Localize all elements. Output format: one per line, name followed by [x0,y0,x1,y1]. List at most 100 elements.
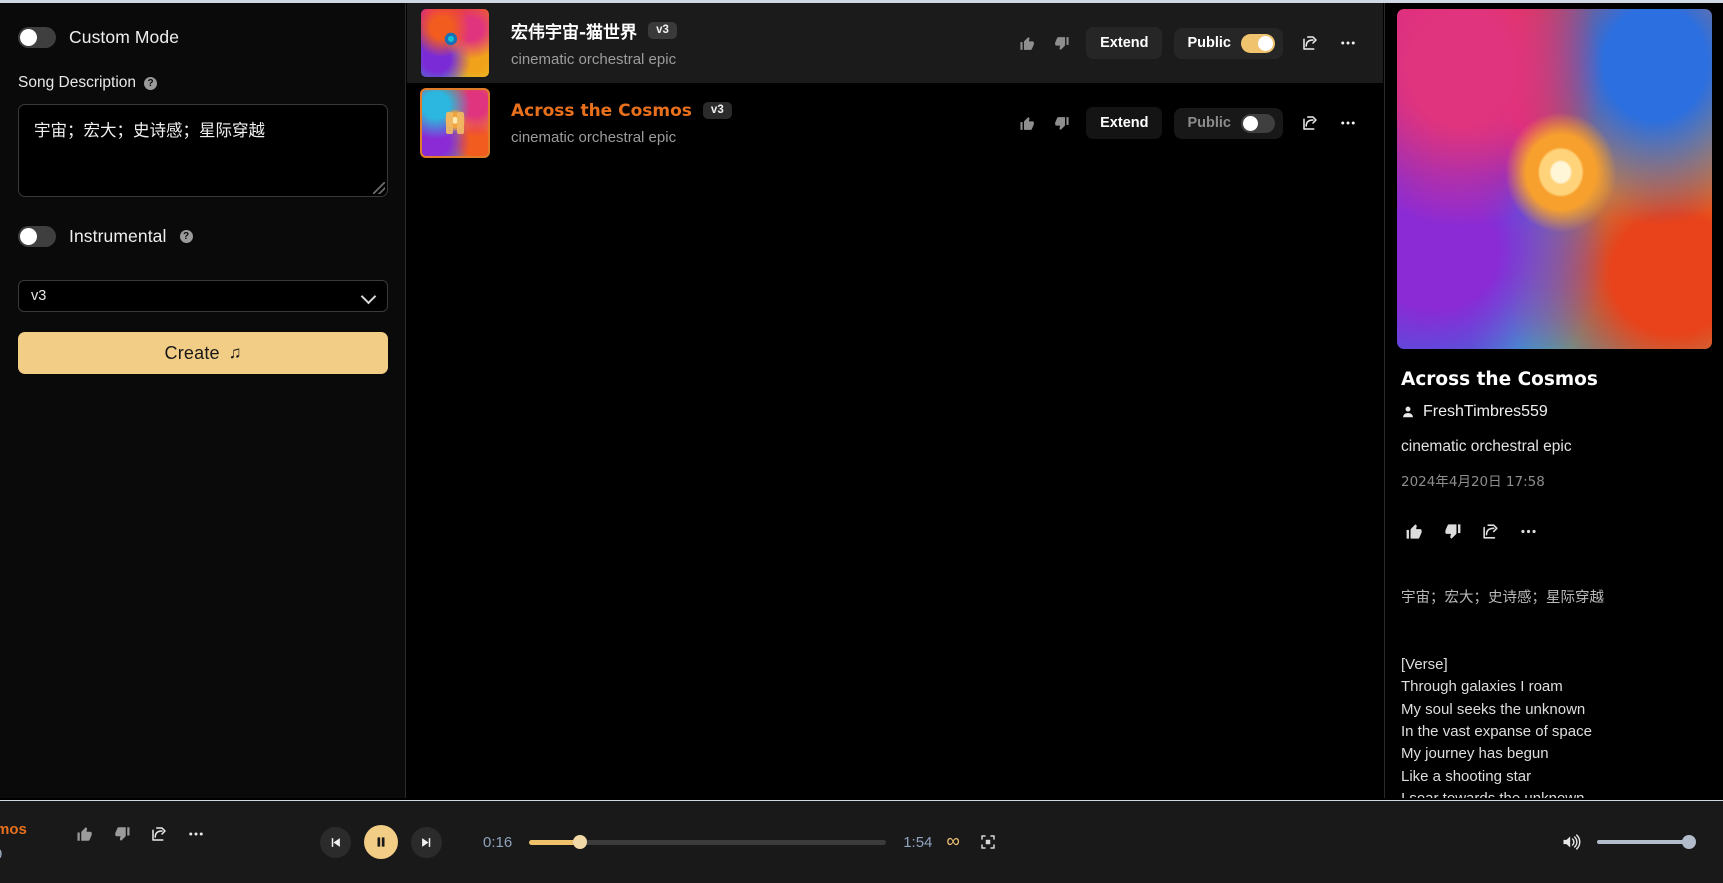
public-label: Public [1187,115,1231,131]
version-badge: v3 [703,102,732,120]
share-icon[interactable] [1293,26,1327,60]
toggle-knob [1243,116,1258,131]
song-info: 宏伟宇宙-猫世界 v3 cinematic orchestral epic [511,18,1010,68]
custom-mode-label: Custom Mode [69,27,179,48]
crossfade-icon[interactable] [979,833,997,851]
player-volume [1413,832,1723,852]
music-note-icon: ♫ [229,343,242,363]
thumbs-down-icon[interactable] [1443,522,1462,541]
version-badge: v3 [648,22,677,40]
extend-button[interactable]: Extend [1086,107,1162,139]
create-button[interactable]: Create ♫ [18,332,388,374]
public-label: Public [1187,35,1231,51]
model-version-value: v3 [31,288,46,304]
instrumental-toggle[interactable] [18,226,56,247]
song-description-value: 宇宙；宏大；史诗感；星际穿越 [34,119,375,144]
detail-style: cinematic orchestral epic [1401,438,1705,456]
pause-icon[interactable] [444,111,466,135]
row-tail-actions [1293,106,1365,140]
share-icon[interactable] [1293,106,1327,140]
detail-username: FreshTimbres559 [1423,403,1548,421]
volume-handle[interactable] [1682,835,1696,849]
total-time: 1:54 [903,834,932,851]
custom-mode-toggle[interactable] [18,27,56,48]
more-options-icon[interactable] [1519,522,1538,541]
more-options-icon[interactable] [1331,26,1365,60]
next-track-button[interactable] [411,827,442,858]
detail-user-row[interactable]: FreshTimbres559 [1401,403,1705,421]
song-description-input[interactable]: 宇宙；宏大；史诗感；星际穿越 [18,104,388,197]
song-title-line: 宏伟宇宙-猫世界 v3 [511,18,1010,43]
lyric-line: In the vast expanse of space [1401,721,1705,743]
lyric-line: [Verse] [1401,654,1705,676]
play-pause-button[interactable] [364,825,398,859]
chevron-down-icon [362,290,375,303]
player-track-user: 9 [0,846,2,863]
lyric-line: Like a shooting star [1401,766,1705,788]
loop-icon[interactable]: ∞ [946,831,959,853]
help-icon[interactable]: ? [180,230,193,243]
textarea-resize-handle[interactable] [373,182,385,194]
toggle-knob [20,228,37,245]
song-artwork[interactable] [421,9,489,77]
detail-date: 2024年4月20日 17:58 [1401,470,1705,490]
lyric-line: My journey has begun [1401,743,1705,765]
thumbs-up-icon[interactable] [1010,26,1044,60]
thumbs-down-icon[interactable] [113,825,131,843]
share-icon[interactable] [1481,522,1500,541]
toggle-knob [1258,36,1273,51]
more-options-icon[interactable] [1331,106,1365,140]
song-title-line: Across the Cosmos v3 [511,101,1010,121]
instrumental-label: Instrumental [69,226,167,247]
toggle-knob [20,29,37,46]
thumbs-down-icon[interactable] [1044,26,1078,60]
instrumental-row[interactable]: Instrumental ? [18,226,387,247]
song-artwork[interactable] [421,89,489,157]
share-icon[interactable] [150,825,168,843]
public-toggle-row[interactable]: Public [1174,108,1283,139]
thumbs-up-icon[interactable] [76,825,94,843]
song-row-actions: Extend Public [1010,26,1365,60]
song-description-label-row: Song Description ? [18,74,387,92]
model-version-select[interactable]: v3 [18,280,388,312]
user-icon [1401,405,1415,419]
song-title[interactable]: 宏伟宇宙-猫世界 [511,18,637,43]
previous-track-button[interactable] [320,827,351,858]
song-info: Across the Cosmos v3 cinematic orchestra… [511,101,1010,146]
song-list: 宏伟宇宙-猫世界 v3 cinematic orchestral epic Ex… [407,3,1383,798]
player-now-playing: mos 9 [0,801,320,883]
thumbs-down-icon[interactable] [1044,106,1078,140]
detail-lyrics: [Verse] Through galaxies I roam My soul … [1401,654,1705,798]
detail-actions [1401,522,1705,541]
lyric-line: I soar towards the unknown [1401,788,1705,798]
detail-cover-art[interactable] [1397,9,1712,349]
detail-title: Across the Cosmos [1401,369,1705,390]
song-list-item[interactable]: Across the Cosmos v3 cinematic orchestra… [407,83,1383,163]
song-list-item[interactable]: 宏伟宇宙-猫世界 v3 cinematic orchestral epic Ex… [407,3,1383,83]
extend-button[interactable]: Extend [1086,27,1162,59]
volume-icon[interactable] [1561,832,1581,852]
player-track-actions [76,825,205,843]
public-toggle[interactable] [1241,34,1275,53]
thumbs-up-icon[interactable] [1405,522,1424,541]
song-description-label: Song Description [18,74,136,92]
create-button-label: Create [165,343,220,364]
more-options-icon[interactable] [187,825,205,843]
thumbs-up-icon[interactable] [1010,106,1044,140]
seek-handle[interactable] [573,835,587,849]
seek-bar[interactable] [529,840,886,845]
player-bar: mos 9 [0,800,1723,883]
player-transport: 0:16 1:54 ∞ [320,825,1413,859]
song-title[interactable]: Across the Cosmos [511,101,692,121]
help-icon[interactable]: ? [144,77,157,90]
detail-tags: 宇宙；宏大；史诗感；星际穿越 [1401,587,1705,610]
player-track-title[interactable]: mos [0,821,27,838]
song-style: cinematic orchestral epic [511,129,1010,146]
custom-mode-row[interactable]: Custom Mode [18,27,387,48]
public-toggle[interactable] [1241,114,1275,133]
app-root: Custom Mode Song Description ? 宇宙；宏大；史诗感… [0,0,1723,883]
public-toggle-row[interactable]: Public [1174,28,1283,59]
lyric-line: My soul seeks the unknown [1401,699,1705,721]
volume-slider[interactable] [1597,840,1695,844]
current-time: 0:16 [483,834,512,851]
